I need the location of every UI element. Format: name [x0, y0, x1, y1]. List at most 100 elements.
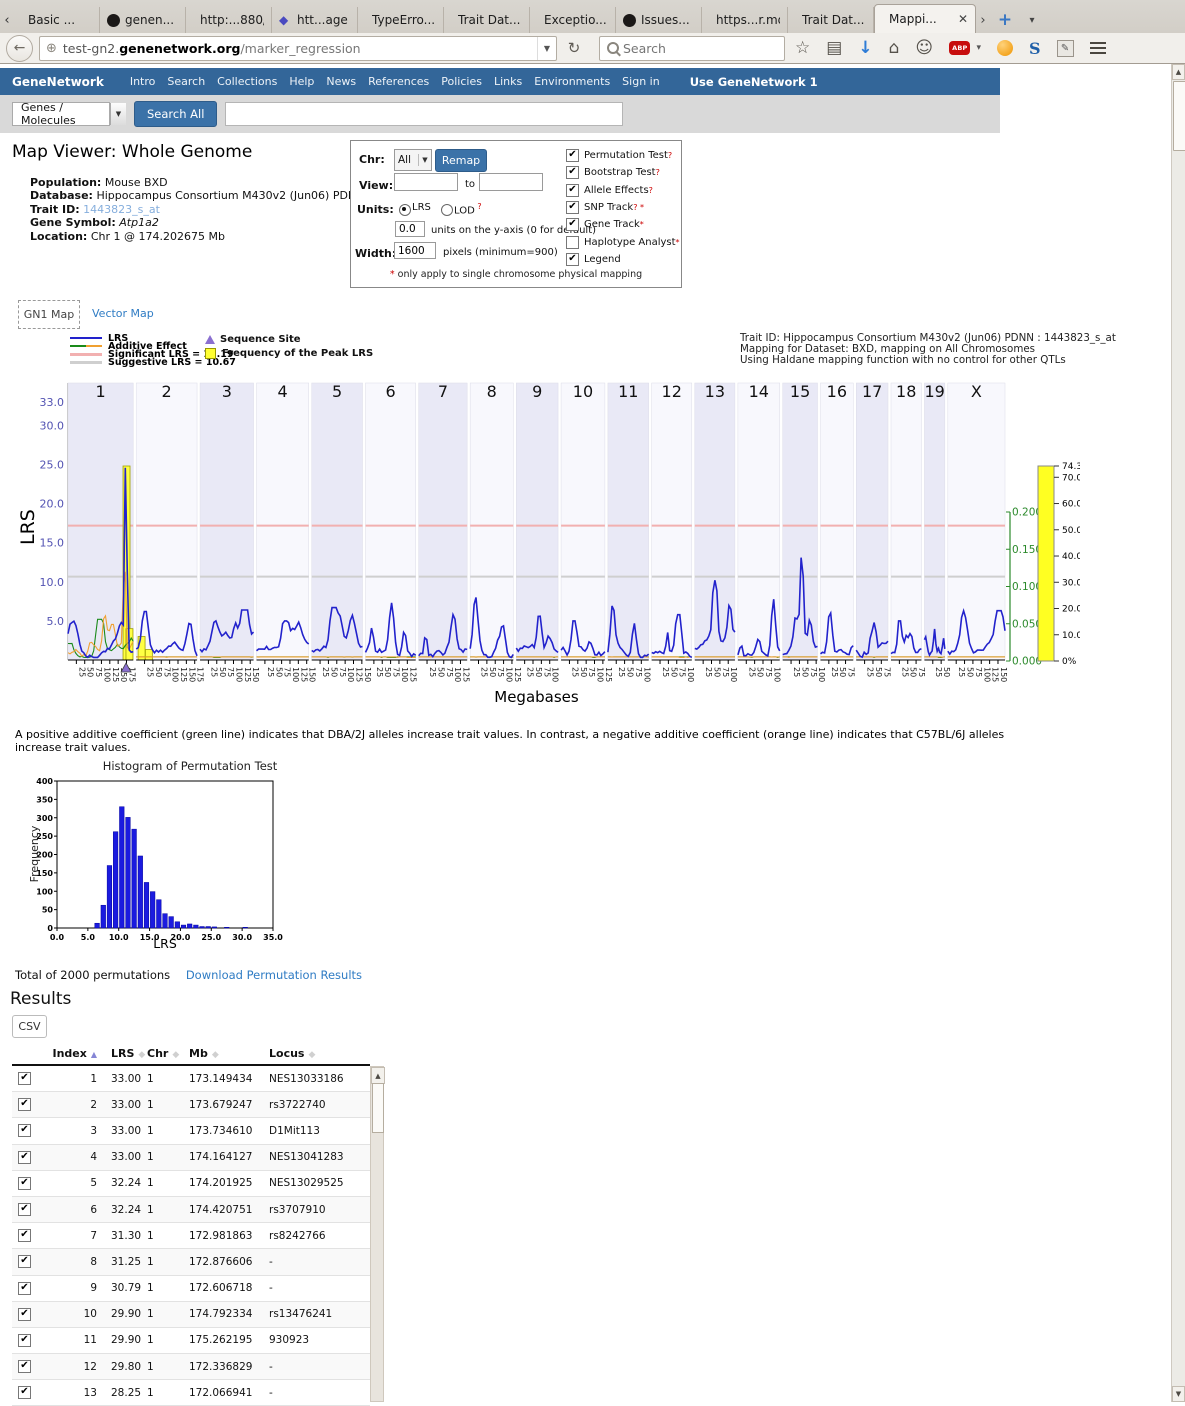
browser-tab[interactable]: TypeErro... — [358, 7, 444, 33]
help-question-icon[interactable]: ? — [649, 186, 653, 195]
page-scrollbar[interactable]: ▲ ▼ — [1171, 64, 1185, 1402]
search-bar[interactable] — [599, 36, 785, 61]
bookmarks-sidebar-icon[interactable]: ▤ — [826, 38, 842, 58]
table-scrollbar-thumb[interactable] — [372, 1083, 384, 1133]
scroll-up-icon[interactable]: ▲ — [1172, 64, 1185, 80]
row-checkbox-icon[interactable]: ✔ — [18, 1386, 31, 1399]
browser-tab[interactable]: Mappi...✕ — [874, 4, 976, 33]
option-permutation-test[interactable]: ✔Permutation Test ? — [566, 149, 672, 162]
chr-select[interactable]: All▼ — [394, 149, 432, 171]
download-permutation-link[interactable]: Download Permutation Results — [186, 968, 362, 982]
sort-icon[interactable]: ◆ — [172, 1050, 179, 1060]
nav-item-news[interactable]: News — [326, 75, 356, 88]
adblock-dropdown-icon[interactable]: ▾ — [976, 43, 981, 53]
trait-id-link[interactable]: 1443823_s_at — [80, 203, 160, 216]
option-bootstrap-test[interactable]: ✔Bootstrap Test ? — [566, 166, 660, 179]
checkbox-checked-icon[interactable]: ✔ — [566, 184, 579, 197]
column-header-chr[interactable]: Chr◆ — [143, 1047, 189, 1060]
row-checkbox-icon[interactable]: ✔ — [18, 1334, 31, 1347]
column-header-mb[interactable]: Mb◆ — [189, 1047, 269, 1060]
column-header-lrs[interactable]: LRS◆ — [97, 1047, 143, 1060]
tab-scroll-left-icon[interactable]: ‹ — [0, 7, 14, 33]
sort-icon[interactable]: ◆ — [212, 1050, 219, 1060]
nav-item-links[interactable]: Links — [494, 75, 522, 88]
row-checkbox-icon[interactable]: ✔ — [18, 1229, 31, 1242]
row-checkbox-icon[interactable]: ✔ — [18, 1360, 31, 1373]
tab-gn1-map[interactable]: GN1 Map — [18, 300, 80, 329]
browser-tab[interactable]: Trait Dat... — [788, 7, 874, 33]
webdev-icon[interactable] — [997, 40, 1013, 56]
column-header-locus[interactable]: Locus◆ — [269, 1047, 364, 1060]
note-edit-icon[interactable]: ✎ — [1057, 40, 1074, 57]
units-radio-lod[interactable] — [441, 204, 453, 216]
browser-tab[interactable]: Exceptio... — [530, 7, 616, 33]
option-legend[interactable]: ✔Legend — [566, 253, 621, 266]
checkbox-checked-icon[interactable]: ✔ — [566, 166, 579, 179]
quick-search-input[interactable] — [225, 102, 623, 126]
site-identity-icon[interactable]: ⊕ — [46, 41, 57, 56]
help-question-icon[interactable]: * — [676, 238, 680, 247]
nav-item-help[interactable]: Help — [289, 75, 314, 88]
view-from-input[interactable] — [394, 173, 458, 191]
checkbox-checked-icon[interactable]: ✔ — [566, 149, 579, 162]
option-gene-track[interactable]: ✔Gene Track * — [566, 218, 644, 231]
nav-item-intro[interactable]: Intro — [130, 75, 156, 88]
help-question-icon[interactable]: ? * — [633, 203, 644, 212]
url-bar[interactable]: ⊕ test-gn2.genenetwork.org/marker_regres… — [39, 36, 557, 61]
sort-icon[interactable]: ◆ — [308, 1050, 315, 1060]
help-question-icon[interactable]: ? — [475, 202, 482, 211]
checkbox-unchecked-icon[interactable] — [566, 236, 579, 249]
help-question-icon[interactable]: ? — [656, 168, 660, 177]
messenger-icon[interactable]: ☺ — [915, 38, 933, 58]
nav-item-search[interactable]: Search — [167, 75, 205, 88]
checkbox-checked-icon[interactable]: ✔ — [566, 201, 579, 214]
scrollbar-thumb[interactable] — [1173, 81, 1185, 151]
browser-tab[interactable]: Basic ... — [14, 7, 100, 33]
browser-tab[interactable]: https...r.md — [702, 7, 788, 33]
width-input[interactable] — [394, 242, 436, 259]
search-category-select[interactable]: Genes / Molecules — [12, 102, 110, 126]
tab-close-icon[interactable]: ✕ — [958, 12, 968, 26]
search-category-dropdown-icon[interactable]: ▼ — [110, 103, 126, 125]
tab-scroll-right-icon[interactable]: › — [976, 7, 990, 33]
new-tab-button[interactable]: + — [990, 7, 1020, 33]
checkbox-checked-icon[interactable]: ✔ — [566, 253, 579, 266]
back-button[interactable]: ← — [6, 35, 33, 62]
browser-tab[interactable]: ◆htt...age — [272, 7, 358, 33]
nav-item-collections[interactable]: Collections — [217, 75, 277, 88]
url-dropdown-icon[interactable]: ▼ — [537, 37, 556, 60]
downloads-icon[interactable]: ↓ — [858, 38, 872, 58]
search-all-button[interactable]: Search All — [134, 101, 217, 127]
view-to-input[interactable] — [479, 173, 543, 191]
yaxis-units-input[interactable] — [395, 221, 425, 237]
row-checkbox-icon[interactable]: ✔ — [18, 1203, 31, 1216]
browser-tab[interactable]: http:...880/ — [186, 7, 272, 33]
browser-tab[interactable]: genen... — [100, 7, 186, 33]
row-checkbox-icon[interactable]: ✔ — [18, 1151, 31, 1164]
row-checkbox-icon[interactable]: ✔ — [18, 1308, 31, 1321]
units-radio-lrs[interactable] — [399, 204, 411, 216]
search-input[interactable] — [621, 40, 784, 57]
column-header-index[interactable]: Index▲ — [52, 1047, 97, 1060]
session-manager-icon[interactable]: S — [1029, 39, 1041, 58]
help-question-icon[interactable]: ? — [668, 151, 672, 160]
row-checkbox-icon[interactable]: ✔ — [18, 1072, 31, 1085]
browser-tab[interactable]: Trait Dat... — [444, 7, 530, 33]
menu-icon[interactable] — [1090, 42, 1106, 44]
browser-tab[interactable]: Issues... — [616, 7, 702, 33]
use-genenetwork1-link[interactable]: Use GeneNetwork 1 — [690, 75, 818, 89]
nav-item-references[interactable]: References — [368, 75, 429, 88]
home-icon[interactable]: ⌂ — [889, 38, 900, 58]
help-question-icon[interactable]: * — [640, 220, 644, 229]
remap-button[interactable]: Remap — [435, 149, 487, 172]
adblock-icon[interactable]: ABP — [949, 41, 970, 55]
row-checkbox-icon[interactable]: ✔ — [18, 1177, 31, 1190]
brand-genenetwork[interactable]: GeneNetwork — [12, 75, 104, 89]
row-checkbox-icon[interactable]: ✔ — [18, 1098, 31, 1111]
option-haplotype-analyst[interactable]: Haplotype Analyst * — [566, 236, 680, 249]
row-checkbox-icon[interactable]: ✔ — [18, 1124, 31, 1137]
tab-list-dropdown-icon[interactable]: ▾ — [1020, 7, 1044, 33]
row-checkbox-icon[interactable]: ✔ — [18, 1282, 31, 1295]
option-snp-track[interactable]: ✔SNP Track ? * — [566, 201, 644, 214]
checkbox-checked-icon[interactable]: ✔ — [566, 218, 579, 231]
